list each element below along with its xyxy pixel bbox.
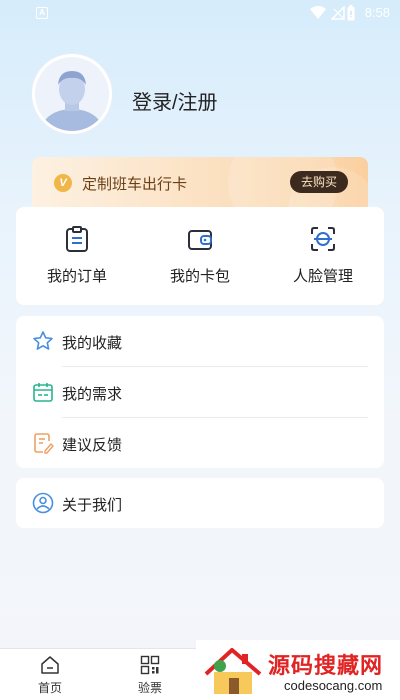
status-time: 8:58 [364,5,390,20]
nav-label: 验票 [137,681,162,695]
a-icon: A [36,7,48,19]
menu-list: 我的收藏 我的需求 建议反馈 [16,316,384,468]
shortcut-label: 我的卡包 [169,268,230,285]
battery-icon: ! [347,5,355,21]
watermark-title: 源码搜藏网 [268,653,384,678]
face-scan-icon [311,227,335,251]
menu-item-my-needs[interactable]: 我的需求 [16,367,384,417]
buy-button[interactable]: 去购买 [289,171,348,193]
menu-item-label: 建议反馈 [62,437,123,454]
qr-code-icon [140,655,160,675]
order-clipboard-icon [66,226,88,252]
user-circle-icon [32,492,54,514]
wifi-icon [310,6,326,19]
about-label: 关于我们 [62,497,123,514]
avatar[interactable] [32,54,112,134]
shortcut-face-management[interactable]: 人脸管理 [262,207,384,305]
shortcut-my-orders[interactable]: 我的订单 [16,207,138,305]
vip-travel-card-banner[interactable]: V 定制班车出行卡 去购买 [32,157,368,209]
about-row[interactable]: 关于我们 [16,478,384,528]
shortcut-grid: 我的订单 我的卡包 人脸管理 [16,207,384,305]
menu-item-about-us[interactable]: 关于我们 [16,478,384,528]
watermark-url: codesocang.com [284,678,383,693]
status-bar: A ! 8:58 [0,0,400,26]
nav-label: 首页 [37,681,62,695]
vip-card-label: 定制班车出行卡 [82,176,188,193]
house-logo-icon [204,648,262,694]
menu-item-label: 我的需求 [62,386,123,403]
menu-item-favorites[interactable]: 我的收藏 [16,316,384,366]
home-icon [41,656,59,674]
shortcut-label: 我的订单 [46,268,107,285]
wallet-icon [188,230,212,250]
shortcut-my-wallet[interactable]: 我的卡包 [139,207,261,305]
menu-item-feedback[interactable]: 建议反馈 [16,418,384,468]
feedback-icon [34,433,54,454]
watermark: 源码搜藏网 codesocang.com [196,640,400,700]
svg-text:!: ! [350,10,352,19]
star-icon [33,331,53,350]
user-avatar-icon [35,57,109,131]
nav-item-home[interactable]: 首页 [20,649,80,700]
shortcut-label: 人脸管理 [292,268,353,285]
signal-icon [331,6,345,20]
menu-item-label: 我的收藏 [62,335,123,352]
login-register-link[interactable]: 登录/注册 [132,86,218,115]
calendar-icon [33,383,53,402]
vip-badge-icon: V [54,174,72,192]
nav-item-check-ticket[interactable]: 验票 [120,649,180,700]
